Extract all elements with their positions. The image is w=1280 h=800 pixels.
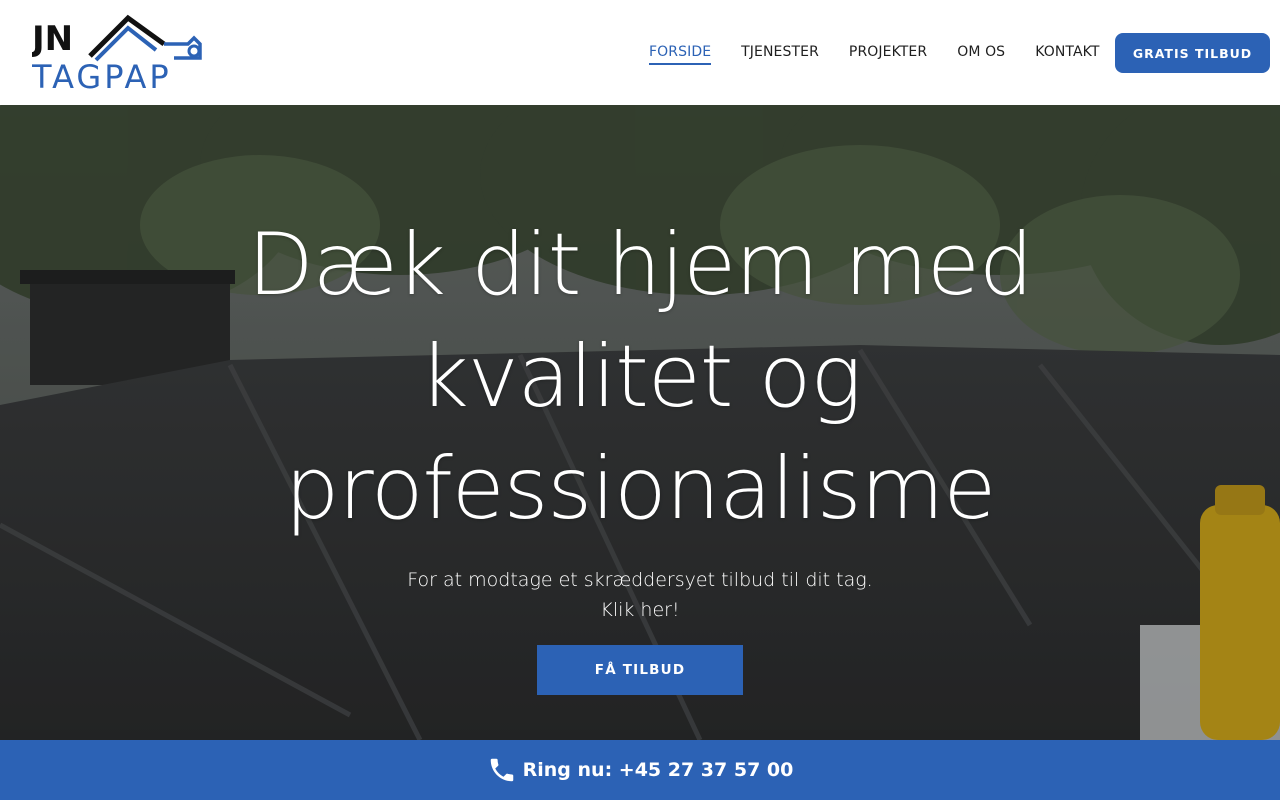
hero-subtitle-line-1: For at modtage et skræddersyet tilbud ti… — [407, 569, 873, 591]
main-nav: FORSIDE TJENESTER PROJEKTER OM OS KONTAK… — [649, 44, 1129, 65]
nav-item-tjenester[interactable]: TJENESTER — [741, 44, 819, 65]
hero-title-line-3: professionalisme — [284, 439, 996, 539]
nav-item-projekter[interactable]: PROJEKTER — [849, 44, 927, 65]
get-quote-button[interactable]: FÅ TILBUD — [537, 645, 743, 695]
hero-title-line-1: Dæk dit hjem med — [247, 215, 1033, 315]
logo-top-text: JN — [32, 19, 73, 59]
logo-bottom-text: TAGPAP — [32, 58, 172, 92]
nav-item-om-os[interactable]: OM OS — [957, 44, 1005, 65]
free-quote-button[interactable]: GRATIS TILBUD — [1115, 33, 1270, 73]
site-header: JN TAGPAP FORSIDE TJENESTER PROJEKTER OM… — [0, 0, 1280, 105]
hero-subtitle: For at modtage et skræddersyet tilbud ti… — [0, 565, 1280, 625]
hero-section: Dæk dit hjem med kvalitet og professiona… — [0, 105, 1280, 740]
phone-icon — [487, 755, 517, 785]
logo-graphic: JN TAGPAP — [32, 14, 202, 92]
hero-subtitle-line-2: Klik her! — [600, 599, 680, 621]
call-now-text: Ring nu: +45 27 37 57 00 — [522, 759, 794, 781]
nav-item-kontakt[interactable]: KONTAKT — [1035, 44, 1099, 65]
nav-item-forside[interactable]: FORSIDE — [649, 44, 712, 65]
hero-title-line-2: kvalitet og — [418, 327, 862, 427]
call-now-bar[interactable]: Ring nu: +45 27 37 57 00 — [0, 740, 1280, 800]
brand-logo[interactable]: JN TAGPAP — [32, 14, 204, 92]
hero-title: Dæk dit hjem med kvalitet og professiona… — [0, 209, 1280, 545]
